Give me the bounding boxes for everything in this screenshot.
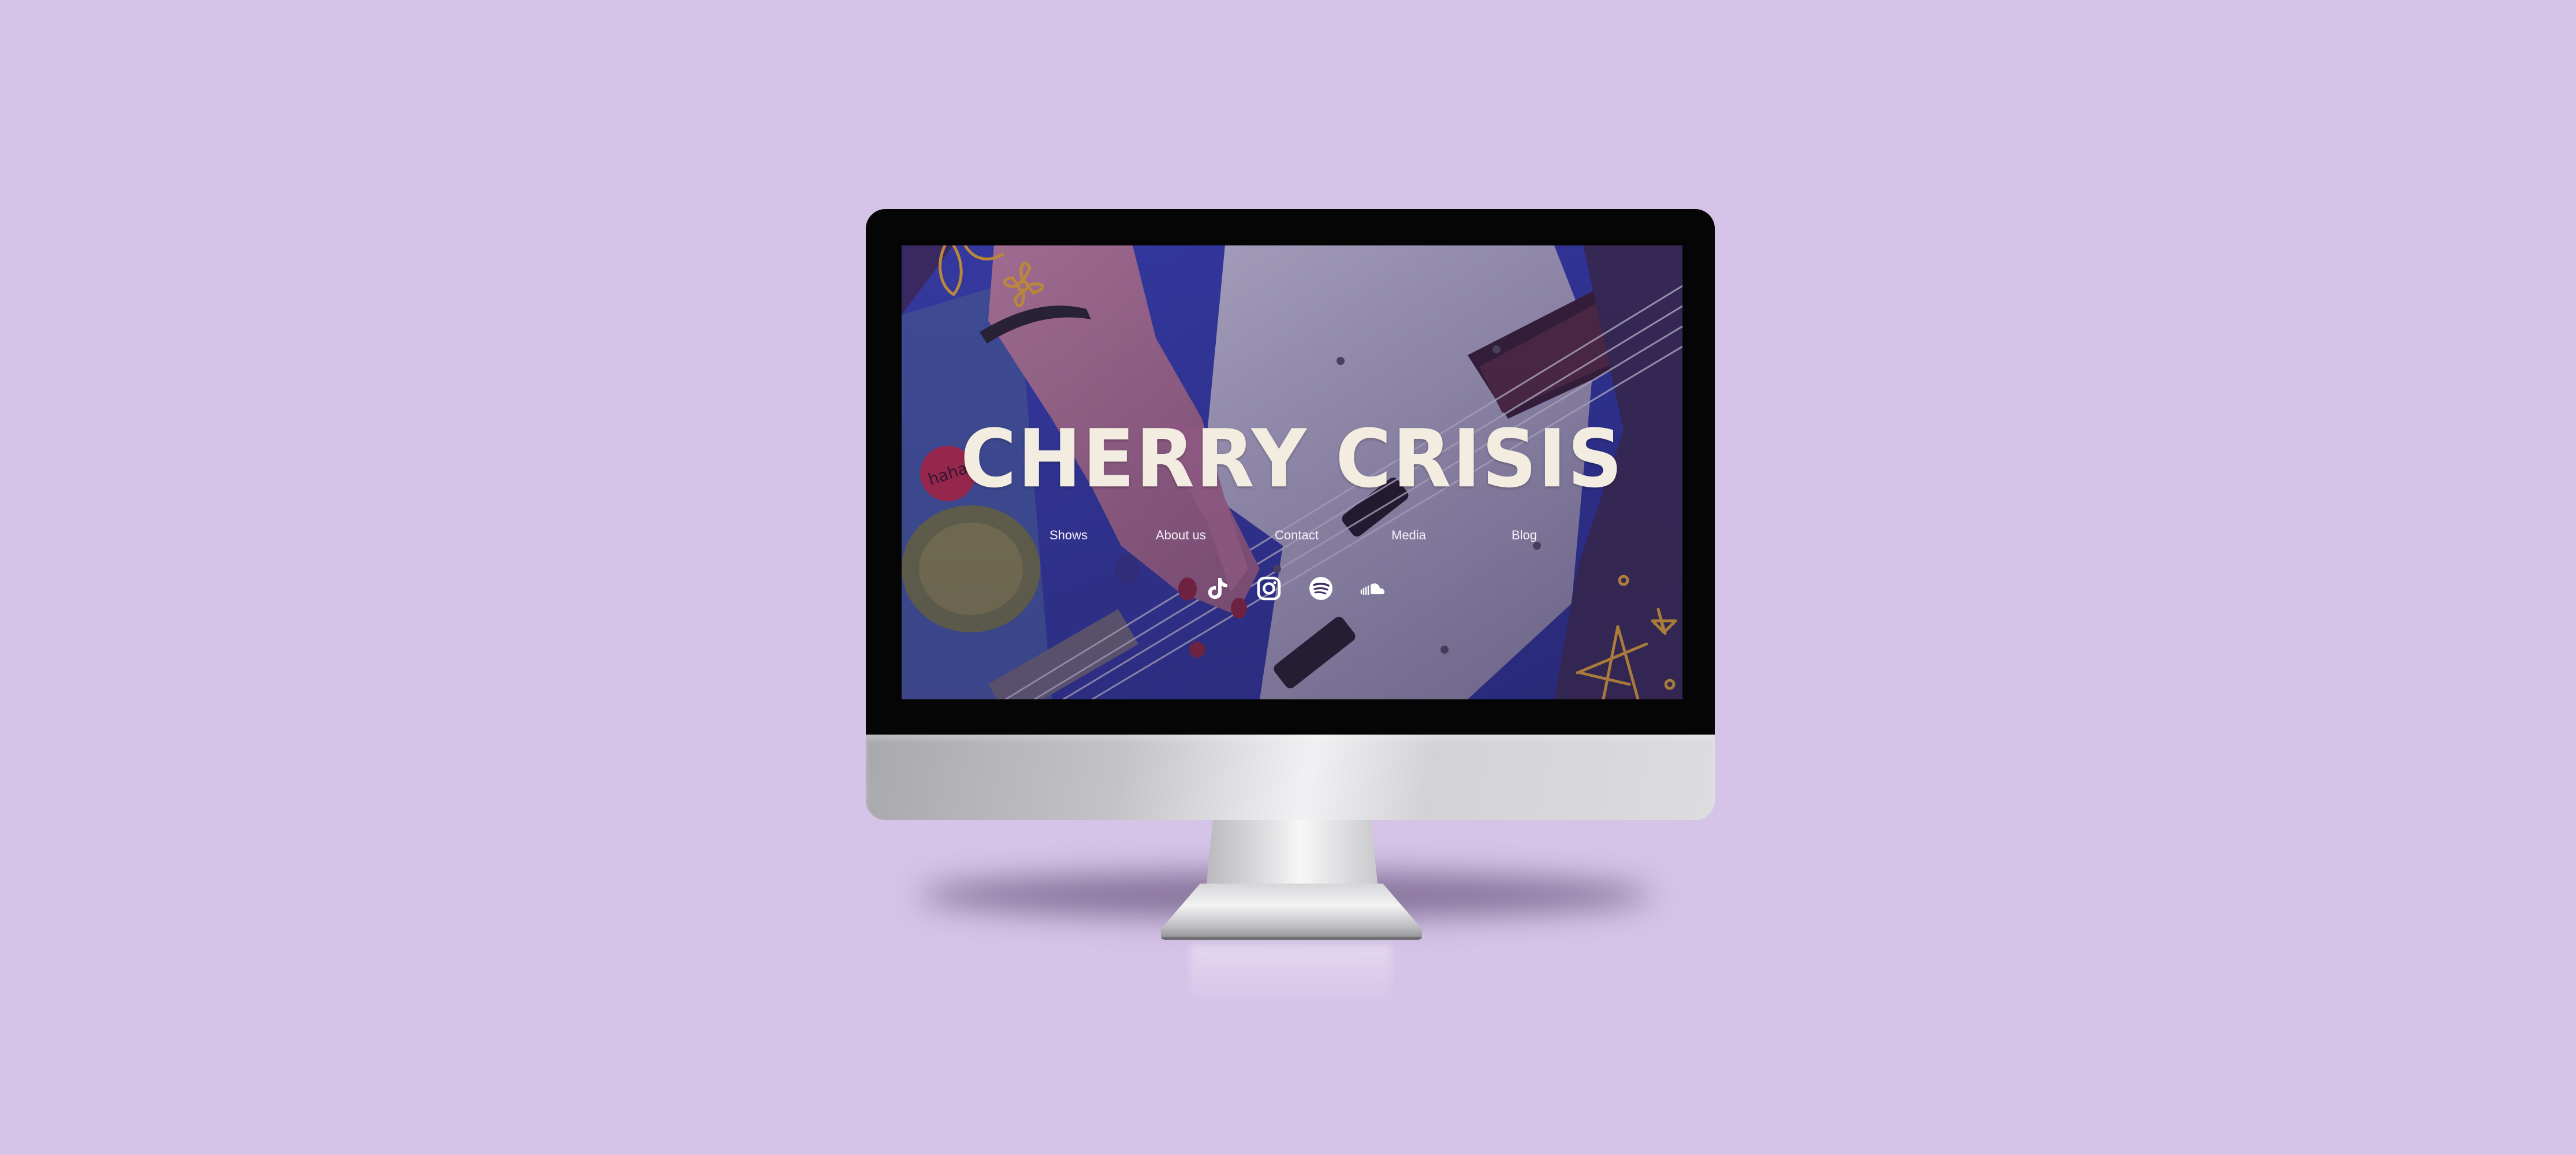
instagram-icon[interactable] <box>1254 573 1284 603</box>
tiktok-icon[interactable] <box>1202 573 1232 603</box>
social-links <box>902 573 1682 605</box>
main-nav: Shows About us Contact Media Blog <box>902 527 1682 544</box>
stand-reflection <box>1190 945 1392 1008</box>
site-title: CHERRY CRISIS <box>961 412 1624 506</box>
nav-about-us[interactable]: About us <box>1156 527 1206 544</box>
monitor-stand-neck <box>1206 820 1378 889</box>
soundcloud-icon[interactable] <box>1358 573 1388 603</box>
monitor-stand-edge <box>1162 937 1421 940</box>
monitor-chin <box>866 735 1715 820</box>
nav-shows[interactable]: Shows <box>1049 527 1088 544</box>
monitor-stand-foot <box>1161 884 1422 939</box>
nav-contact[interactable]: Contact <box>1275 527 1319 544</box>
spotify-icon[interactable] <box>1306 573 1336 603</box>
nav-blog[interactable]: Blog <box>1512 527 1537 544</box>
website-screen: haha <box>902 245 1682 699</box>
nav-media[interactable]: Media <box>1391 527 1426 544</box>
